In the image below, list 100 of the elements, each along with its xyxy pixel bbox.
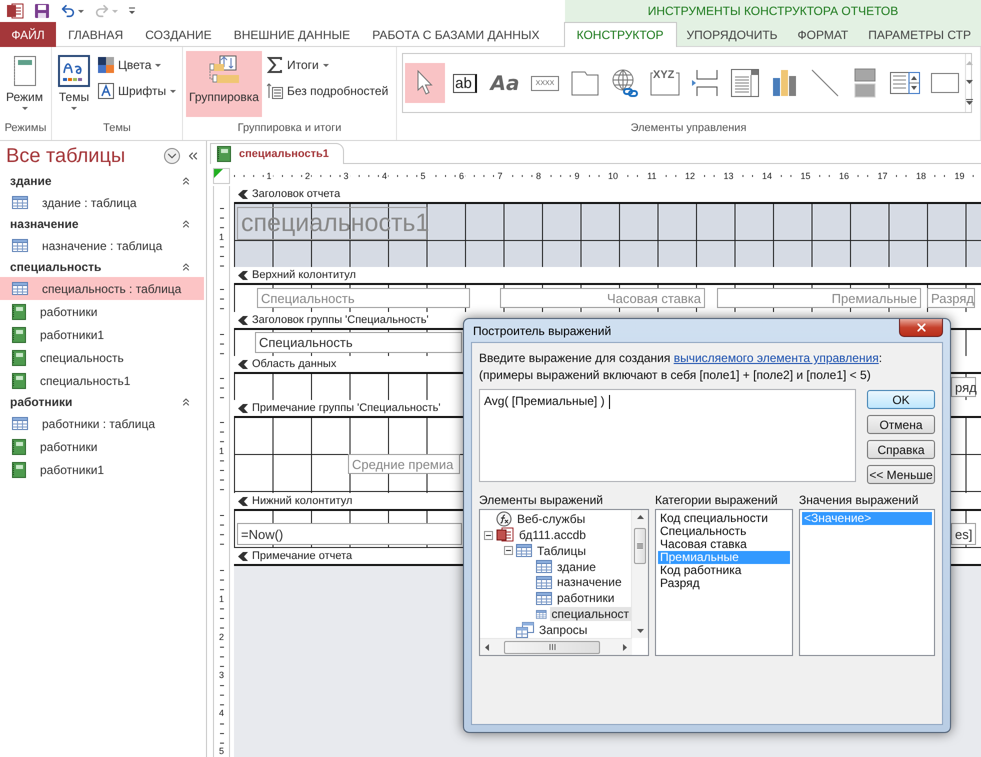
tree-item[interactable]: назначение: [555, 575, 624, 590]
nav-item[interactable]: специальность : таблица: [0, 277, 204, 300]
ruler-number: 2: [218, 632, 225, 642]
themes-icon: [58, 55, 90, 87]
field-label[interactable]: Специальность: [257, 288, 470, 308]
file-tab[interactable]: ФАЙЛ: [0, 22, 56, 47]
nav-item[interactable]: специальность: [0, 346, 204, 369]
fonts-button[interactable]: Шрифты: [95, 81, 180, 101]
table-icon: [536, 592, 552, 605]
nav-item[interactable]: работники1: [0, 323, 204, 346]
collapse-toggle[interactable]: [504, 546, 513, 556]
hide-details-button[interactable]: Без подробностей: [264, 81, 392, 101]
queries-icon: [516, 622, 534, 638]
nav-item[interactable]: здание : таблица: [0, 191, 204, 214]
text-box-control[interactable]: Специальность: [255, 332, 462, 353]
nav-group-title[interactable]: работники: [10, 395, 72, 409]
list-item[interactable]: Разряд: [658, 577, 790, 590]
collapse-group-icon[interactable]: [180, 261, 192, 273]
ruler-number: 1: [218, 232, 225, 242]
field-label[interactable]: Средние премиа: [348, 454, 460, 474]
collapse-group-icon[interactable]: [180, 396, 192, 408]
panel-title: Значения выражений: [799, 492, 920, 509]
field-label[interactable]: Разряд: [927, 288, 975, 308]
nav-item[interactable]: специальность1: [0, 369, 204, 392]
list-item[interactable]: Код специальности: [658, 512, 790, 525]
totals-button[interactable]: Итоги: [264, 55, 392, 75]
text-box-tool[interactable]: ab: [445, 63, 485, 103]
nav-item[interactable]: работники: [0, 435, 204, 458]
section-title: Заголовок отчета: [252, 188, 340, 200]
field-label[interactable]: Премиальные: [717, 288, 921, 308]
tree-item[interactable]: Веб-службы: [515, 512, 588, 526]
colors-button[interactable]: Цвета: [95, 55, 180, 75]
collapse-group-icon[interactable]: [180, 218, 192, 230]
grouping-button[interactable]: Группировка: [186, 51, 262, 117]
report-icon: [12, 438, 26, 454]
grip-icon: [548, 644, 556, 650]
customize-toolbar-icon[interactable]: [128, 6, 136, 16]
nav-item[interactable]: работники : таблица: [0, 412, 204, 435]
ruler-number: 2: [304, 171, 311, 181]
tree-item[interactable]: работники: [555, 591, 616, 606]
section-title: Заголовок группы 'Специальность': [252, 314, 429, 326]
band-marker-icon: [238, 496, 248, 506]
ruler-number: 4: [218, 708, 225, 718]
calculated-control-link[interactable]: вычисляемого элемента управления: [674, 351, 879, 365]
save-icon[interactable]: [34, 3, 50, 19]
close-button[interactable]: [899, 319, 943, 337]
list-item[interactable]: Специальность: [658, 525, 790, 538]
nav-group-title[interactable]: назначение: [10, 217, 79, 231]
label-tool[interactable]: Aa: [485, 63, 525, 103]
dialog-button[interactable]: Справка: [867, 440, 935, 459]
text-box-control[interactable]: ряд: [951, 377, 976, 397]
ribbon-tab[interactable]: ГЛАВНАЯ: [58, 22, 134, 47]
list-item[interactable]: Часовая ставка: [658, 538, 790, 551]
report-selector[interactable]: [213, 168, 230, 184]
ruler-number: 6: [458, 171, 465, 181]
collapse-group-icon[interactable]: [180, 175, 192, 187]
document-tab[interactable]: специальность1: [210, 143, 344, 164]
ribbon-tab[interactable]: ФОРМАТ: [788, 22, 858, 47]
app-logo-icon[interactable]: [6, 2, 24, 20]
view-button[interactable]: Режим: [3, 51, 46, 117]
ribbon-tab[interactable]: ВНЕШНИЕ ДАННЫЕ: [224, 22, 360, 47]
horizontal-scrollbar[interactable]: [480, 638, 632, 655]
dialog-button[interactable]: Отмена: [867, 415, 935, 434]
tree-item[interactable]: бд111.accdb: [517, 528, 588, 542]
dialog-button[interactable]: OK: [867, 390, 935, 409]
frame-tool[interactable]: XYZ: [645, 63, 685, 103]
tree-item[interactable]: Таблицы: [535, 544, 588, 558]
ruler-number: 4: [380, 171, 388, 181]
tree-item[interactable]: здание: [555, 560, 598, 574]
collapse-toggle[interactable]: [484, 530, 493, 540]
dropdown-icon[interactable]: [164, 148, 180, 164]
nav-item[interactable]: работники: [0, 300, 204, 323]
tree-item[interactable]: специальност: [550, 607, 631, 622]
ribbon-tab[interactable]: КОНСТРУКТОР: [564, 22, 677, 47]
expression-field[interactable]: Avg( [Премиальные] ): [479, 389, 856, 482]
ribbon-tab[interactable]: ПАРАМЕТРЫ СТР: [858, 22, 981, 47]
table-icon: [536, 608, 547, 621]
ruler-number: 5: [218, 746, 225, 756]
text-box-control[interactable]: es]: [951, 523, 976, 545]
themes-button[interactable]: Темы: [55, 51, 93, 117]
nav-item[interactable]: работники1: [0, 458, 204, 481]
ribbon-tab[interactable]: УПОРЯДОЧИТЬ: [676, 22, 788, 47]
ribbon-tab[interactable]: РАБОТА С БАЗАМИ ДАННЫХ: [362, 22, 550, 47]
ribbon-tab[interactable]: СОЗДАНИЕ: [135, 22, 222, 47]
pointer-tool[interactable]: [405, 63, 445, 103]
nav-item[interactable]: назначение : таблица: [0, 234, 204, 257]
vertical-scrollbar[interactable]: [631, 510, 648, 638]
nav-group-title[interactable]: специальность: [10, 260, 102, 274]
text-box-control[interactable]: =Now(): [237, 523, 462, 545]
dialog-button[interactable]: << Меньше: [867, 465, 935, 484]
field-label[interactable]: Часовая ставка: [500, 288, 705, 308]
ruler-number: 18: [914, 171, 927, 181]
list-item[interactable]: Код работника: [658, 564, 790, 577]
tree-item[interactable]: Запросы: [537, 622, 590, 637]
undo-button[interactable]: [60, 3, 84, 19]
gallery-more-icon[interactable]: [966, 98, 973, 105]
scroll-down-icon[interactable]: [966, 80, 973, 84]
list-details-icon: [266, 83, 283, 99]
pane-title: Все таблицы: [6, 144, 126, 168]
nav-group-title[interactable]: здание: [10, 174, 52, 188]
